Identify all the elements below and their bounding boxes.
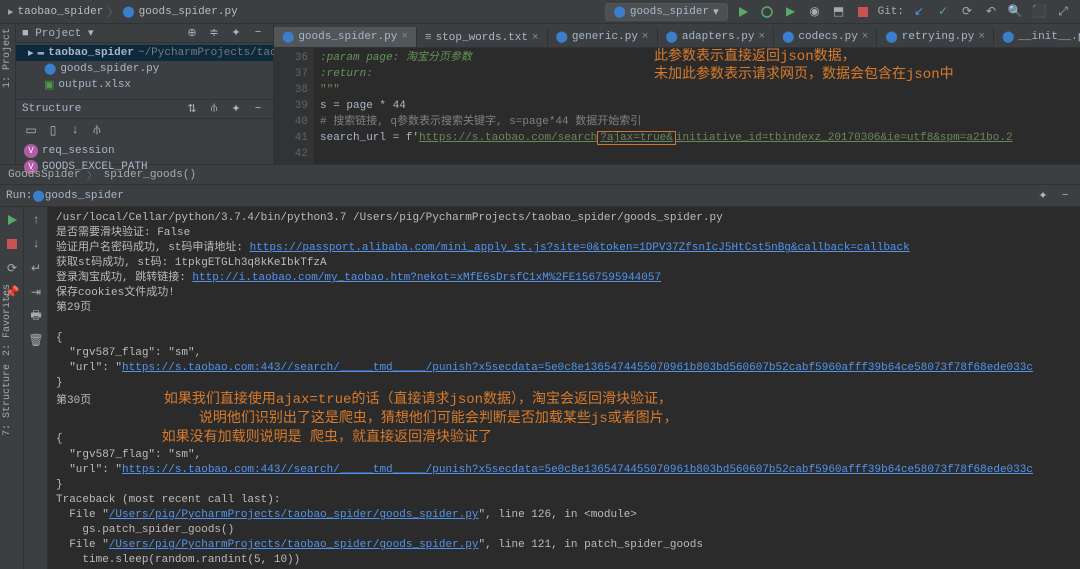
xlsx-icon: ▣ <box>44 78 54 92</box>
file-label: output.xlsx <box>58 79 131 91</box>
run-settings-icon[interactable]: ✦ <box>1034 187 1052 205</box>
file-item-xlsx[interactable]: ▣ output.xlsx <box>16 77 273 93</box>
structure-hide-icon[interactable]: − <box>249 100 267 118</box>
vcs-commit-button[interactable]: ✓ <box>934 3 952 21</box>
crumb-class[interactable]: GoodsSpider <box>8 169 81 181</box>
hide-icon[interactable]: − <box>249 24 267 42</box>
project-root-label: taobao_spider <box>48 47 134 59</box>
soft-wrap-button[interactable]: ↵ <box>27 259 45 277</box>
run-coverage-button[interactable]: ▶ <box>782 3 800 21</box>
vcs-update-button[interactable]: ↙ <box>910 3 928 21</box>
file-item-py[interactable]: ⬤ goods_spider.py <box>16 61 273 77</box>
python-icon: ⬤ <box>614 5 626 19</box>
attach-button[interactable]: ⬒ <box>830 3 848 21</box>
console-annotation: 如果我们直接使用ajax=true的话（直接请求json数据），淘宝会返回滑块验… <box>56 392 678 427</box>
settings-icon[interactable]: ✦ <box>227 24 245 42</box>
structure-filter-icon[interactable]: ⫛ <box>205 100 223 118</box>
breadcrumb-root[interactable]: taobao_spider <box>18 6 104 18</box>
python-icon: ⬤ <box>122 5 134 19</box>
tab-retrying[interactable]: ⬤retrying.py× <box>877 27 994 47</box>
tab-codecs[interactable]: ⬤codecs.py× <box>774 27 877 47</box>
scroll-down-button[interactable]: ↓ <box>27 235 45 253</box>
run-restart-button[interactable]: ⟳ <box>3 259 21 277</box>
run-config-selector[interactable]: ⬤ goods_spider ▾ <box>605 3 728 21</box>
breadcrumb: ▸ taobao_spider 〉 ⬤ goods_spider.py <box>8 4 238 20</box>
expand-all-icon[interactable]: ≑ <box>205 24 223 42</box>
structure-var[interactable]: V req_session <box>24 143 265 159</box>
python-icon: ⬤ <box>44 62 56 76</box>
breadcrumb-file[interactable]: goods_spider.py <box>139 6 238 18</box>
scroll-end-button[interactable]: ⇥ <box>27 283 45 301</box>
structure-settings-icon[interactable]: ✦ <box>227 100 245 118</box>
stop-button[interactable] <box>854 3 872 21</box>
code-editor[interactable]: :param page: 淘宝分页参数 :return: """ s = pag… <box>314 48 1080 164</box>
tab-init[interactable]: ⬤__init__.py× <box>994 27 1080 47</box>
run-config-label: goods_spider <box>630 6 709 18</box>
project-tool-tab[interactable]: 1: Project <box>0 24 15 92</box>
variable-icon: V <box>24 144 38 158</box>
struct-btn-4[interactable]: ⫛ <box>88 121 106 139</box>
tab-generic[interactable]: ⬤generic.py× <box>548 27 658 47</box>
run-stop-button[interactable] <box>3 235 21 253</box>
editor-tabs: ⬤goods_spider.py× ≡stop_words.txt× ⬤gene… <box>274 24 1080 48</box>
file-label: goods_spider.py <box>60 63 159 75</box>
crumb-function[interactable]: spider_goods() <box>104 169 196 181</box>
rerun-button[interactable] <box>3 211 21 229</box>
structure-panel-title: Structure <box>22 103 81 115</box>
tab-adapters[interactable]: ⬤adapters.py× <box>658 27 775 47</box>
search-button[interactable]: 🔍 <box>1006 3 1024 21</box>
folder-icon: ▬ <box>38 47 45 59</box>
chevron-down-icon: ▾ <box>713 5 719 19</box>
project-root[interactable]: ▸▬ taobao_spider ~/PycharmProjects/taoba… <box>16 45 273 61</box>
structure-tool-tab[interactable]: 7: Structure <box>0 360 15 440</box>
close-icon[interactable]: × <box>401 31 408 43</box>
print-button[interactable]: 🖶 <box>27 307 45 325</box>
maximize-button[interactable]: ⤢ <box>1054 3 1072 21</box>
run-config-name: goods_spider <box>45 190 124 202</box>
profile-button[interactable]: ◉ <box>806 3 824 21</box>
favorites-tool-tab[interactable]: 2: Favorites <box>0 280 15 360</box>
run-button[interactable] <box>734 3 752 21</box>
vcs-revert-button[interactable]: ↶ <box>982 3 1000 21</box>
folder-icon: ▸ <box>8 5 14 19</box>
tab-stop-words[interactable]: ≡stop_words.txt× <box>417 29 548 47</box>
gutter: 3637383940414243 <box>274 48 314 164</box>
console-output[interactable]: /usr/local/Cellar/python/3.7.4/bin/pytho… <box>48 207 1080 569</box>
struct-btn-2[interactable]: ▯ <box>44 121 62 139</box>
code-annotation: 此参数表示直接返回json数据，未加此参数表示请求网页，数据会包含在json中 <box>654 48 954 84</box>
debug-button[interactable] <box>758 3 776 21</box>
run-panel-title: Run: <box>6 190 32 202</box>
struct-btn-1[interactable]: ▭ <box>22 121 40 139</box>
run-hide-icon[interactable]: − <box>1056 187 1074 205</box>
tab-goods-spider[interactable]: ⬤goods_spider.py× <box>274 27 417 47</box>
ide-settings-button[interactable]: ⬛ <box>1030 3 1048 21</box>
project-panel-title: ■ Project ▾ <box>22 26 94 40</box>
git-label: Git: <box>878 6 904 18</box>
python-icon: ⬤ <box>32 189 44 203</box>
select-opened-icon[interactable]: ⊕ <box>183 24 201 42</box>
scroll-up-button[interactable]: ↑ <box>27 211 45 229</box>
console-annotation: 如果没有加载则说明是 爬虫，就直接返回滑块验证了 <box>162 430 492 446</box>
clear-button[interactable]: 🗑 <box>27 331 45 349</box>
var-label: req_session <box>42 145 115 157</box>
vcs-history-button[interactable]: ⟳ <box>958 3 976 21</box>
structure-sort-icon[interactable]: ⇅ <box>183 100 201 118</box>
struct-btn-3[interactable]: ↓ <box>66 121 84 139</box>
